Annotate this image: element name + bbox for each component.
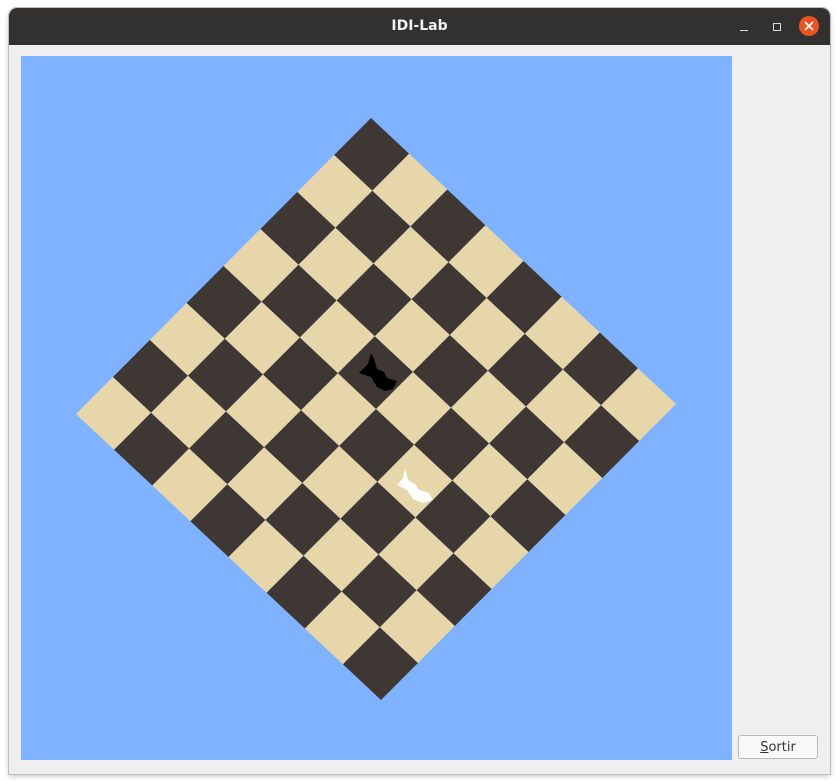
title-bar[interactable]: IDI-Lab	[9, 8, 830, 45]
maximize-icon	[773, 23, 781, 31]
close-icon	[804, 21, 814, 31]
chess-board	[76, 118, 676, 700]
sortir-button[interactable]: Sortir	[738, 735, 818, 759]
maximize-button[interactable]	[766, 16, 788, 38]
minimize-button[interactable]	[733, 16, 755, 38]
close-button[interactable]	[799, 16, 819, 36]
app-window: IDI-Lab Sortir	[9, 8, 830, 774]
scene-canvas	[76, 118, 676, 700]
sortir-mnemonic: S	[760, 739, 769, 755]
window-title: IDI-Lab	[391, 18, 448, 34]
gl-viewport[interactable]	[21, 56, 732, 760]
sortir-label: ortir	[768, 739, 796, 755]
minimize-icon	[740, 29, 748, 31]
